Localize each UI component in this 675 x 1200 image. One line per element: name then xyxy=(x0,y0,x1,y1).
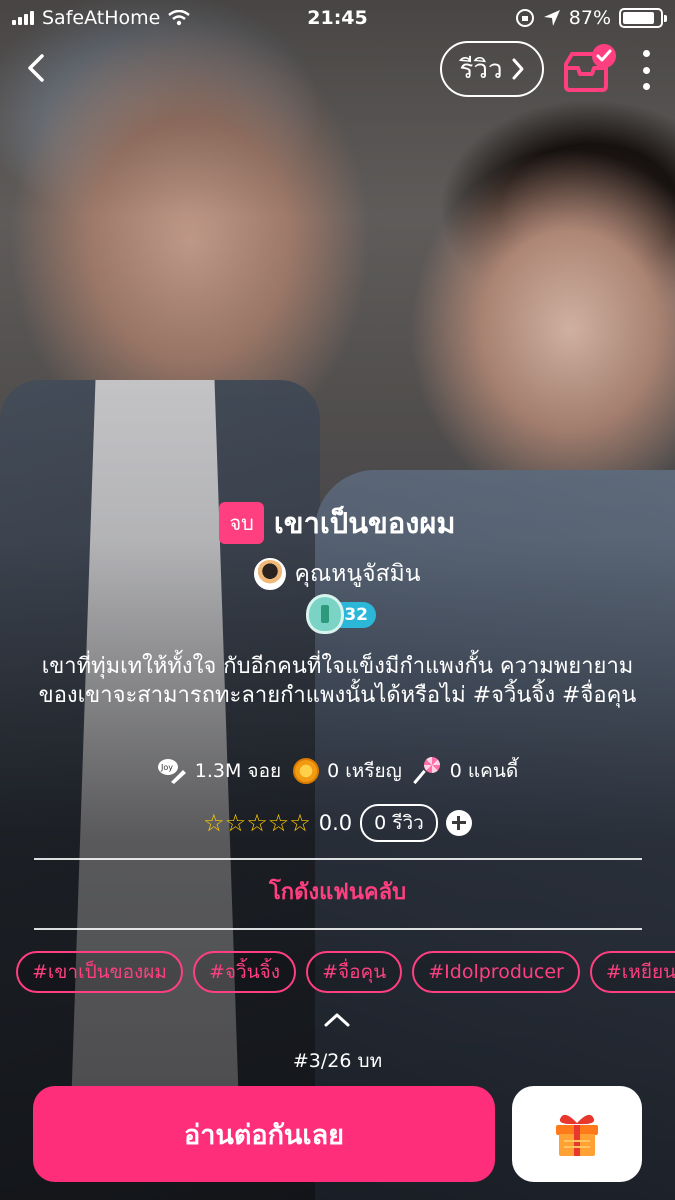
tag-chip[interactable]: #Idolproducer xyxy=(412,951,580,993)
review-count-button[interactable]: 0 รีวิว xyxy=(360,804,438,842)
svg-text:Joy: Joy xyxy=(160,763,173,772)
shelf-checked-icon xyxy=(564,44,616,92)
continue-reading-button[interactable]: อ่านต่อกันเลย xyxy=(33,1086,495,1182)
joy-count: 1.3M จอย xyxy=(194,760,282,782)
chapter-progress: #3/26 บท xyxy=(292,1050,383,1072)
tag-chip[interactable]: #เขาเป็นของผม xyxy=(16,951,183,993)
review-button[interactable]: รีวิว xyxy=(440,41,544,97)
signal-icon xyxy=(12,11,34,25)
location-icon xyxy=(543,10,560,26)
tag-list: #เขาเป็นของผม #จวิ้นจิ้ง #จื่อคุน #Idolprod… xyxy=(16,951,675,995)
chevron-right-icon xyxy=(512,58,524,80)
author-name: คุณหนูจัสมิน xyxy=(294,561,421,587)
fanclub-link[interactable]: โกดังแฟนคลับ xyxy=(0,874,675,909)
stats-row: Joy 1.3M จอย 0 เหรียญ 0 แคนดี้ xyxy=(0,756,675,786)
coin-count: 0 เหรียญ xyxy=(327,760,402,782)
author-link[interactable]: คุณหนูจัสมิน xyxy=(0,556,675,592)
chevron-up-icon xyxy=(324,1013,350,1027)
star-rating: ☆☆☆☆☆ xyxy=(203,809,311,837)
expand-button[interactable] xyxy=(322,1010,352,1030)
writer-level-badge: 32 xyxy=(306,594,378,634)
candy-count: 0 แคนดี้ xyxy=(449,760,519,782)
wifi-icon xyxy=(168,10,191,26)
tag-chip[interactable]: #จวิ้นจิ้ง xyxy=(192,951,297,993)
rating-score: 0.0 xyxy=(318,811,353,835)
candy-icon xyxy=(414,757,442,785)
tag-chip[interactable]: #จื่อคุน xyxy=(306,951,403,993)
author-avatar xyxy=(254,558,287,590)
carrier-name: SafeAtHome xyxy=(42,7,161,29)
more-options-button[interactable] xyxy=(636,50,656,90)
divider xyxy=(34,858,642,860)
battery-icon xyxy=(619,8,667,28)
coin-icon xyxy=(293,758,320,784)
completed-badge: จบ xyxy=(219,502,264,544)
title-row: จบ เขาเป็นของผม xyxy=(0,500,675,546)
rating-row: ☆☆☆☆☆ 0.0 0 รีวิว xyxy=(0,804,675,842)
chevron-left-icon xyxy=(28,54,44,82)
gift-button[interactable] xyxy=(512,1086,642,1182)
add-to-shelf-button[interactable] xyxy=(560,42,620,94)
story-title: เขาเป็นของผม xyxy=(273,506,456,540)
continue-reading-label: อ่านต่อกันเลย xyxy=(184,1119,344,1151)
add-review-icon[interactable] xyxy=(445,810,472,836)
back-button[interactable] xyxy=(22,50,52,86)
status-bar: SafeAtHome 21:45 87% xyxy=(0,0,675,36)
joy-pen-icon: Joy xyxy=(157,759,186,784)
orientation-lock-icon xyxy=(515,9,534,27)
pencil-shield-icon xyxy=(306,594,344,634)
story-description: เขาที่ทุ่มเทให้ทั้งใจ กับอีกคนที่ใจแข็งม… xyxy=(38,654,637,708)
review-button-label: รีวิว xyxy=(459,54,503,85)
divider xyxy=(34,928,642,930)
battery-percent: 87% xyxy=(568,7,611,29)
gift-icon xyxy=(556,1114,598,1156)
tag-chip[interactable]: #เหยียนจิ้ง xyxy=(589,951,675,993)
